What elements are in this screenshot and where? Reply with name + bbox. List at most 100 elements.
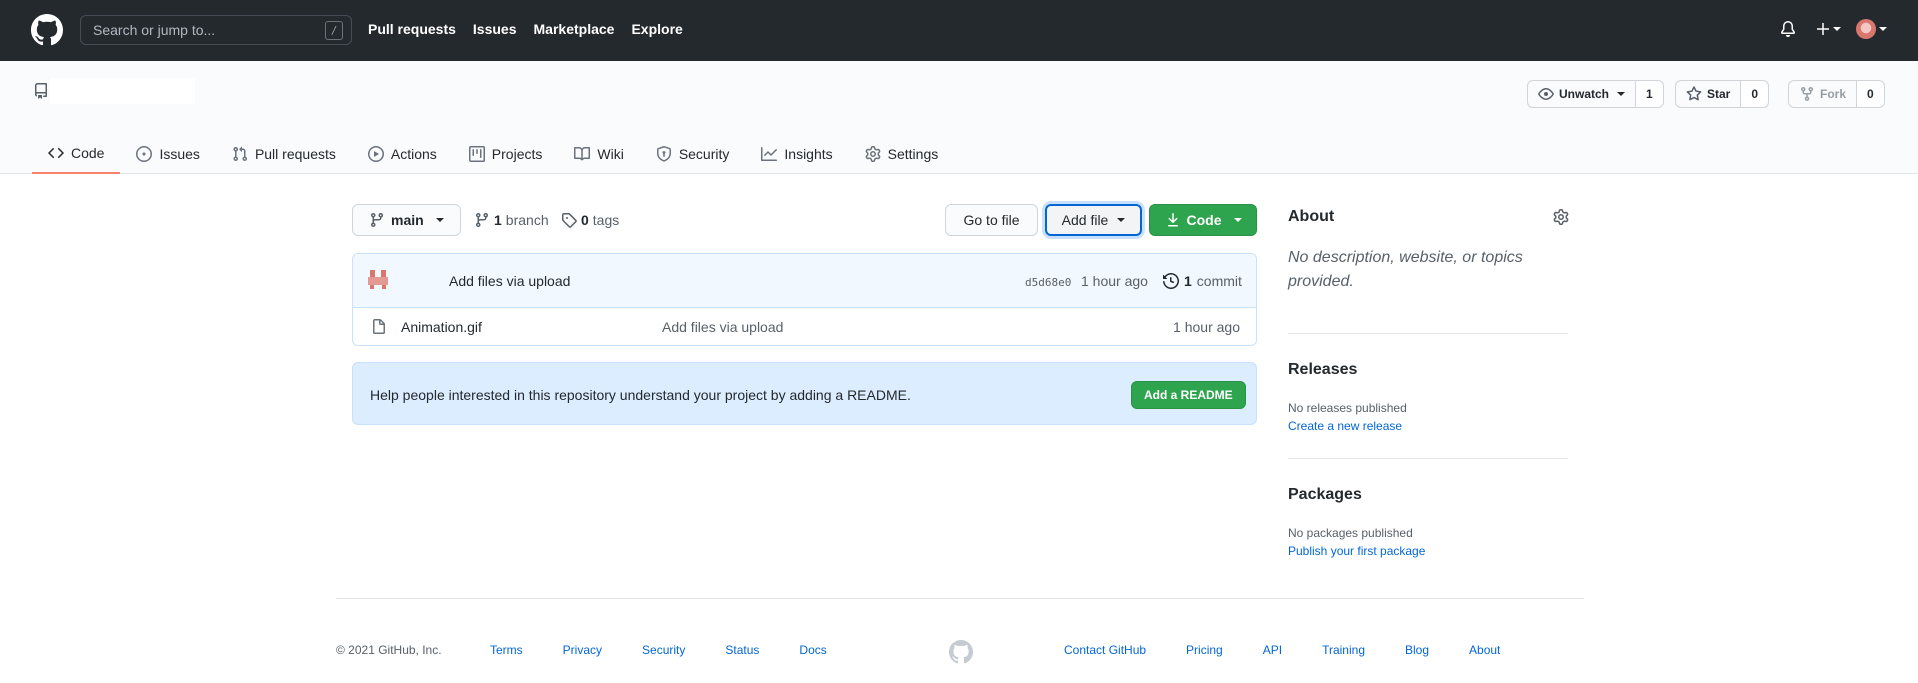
nav-issues[interactable]: Issues — [473, 21, 517, 37]
notifications-bell-icon[interactable] — [1780, 21, 1796, 37]
gear-icon[interactable] — [1553, 209, 1569, 225]
unwatch-button[interactable]: Unwatch — [1527, 80, 1637, 108]
footer-link-status[interactable]: Status — [725, 643, 759, 657]
tags-link[interactable]: 0 tags — [561, 212, 619, 228]
tab-wiki[interactable]: Wiki — [558, 133, 639, 174]
table-row[interactable]: Animation.gif Add files via upload 1 hou… — [353, 308, 1256, 345]
book-icon — [574, 146, 591, 160]
issue-icon — [136, 145, 153, 162]
tab-pull-requests[interactable]: Pull requests — [216, 133, 352, 174]
commit-history-link[interactable]: 1 commit — [1163, 273, 1242, 289]
forks-count[interactable]: 0 — [1857, 80, 1885, 108]
add-readme-button[interactable]: Add a README — [1131, 381, 1246, 409]
fork-group: Fork 0 — [1788, 80, 1885, 108]
file-name-link[interactable]: Animation.gif — [401, 319, 482, 335]
file-list: Add files via upload d5d68e0 1 hour ago … — [352, 253, 1257, 346]
add-file-label: Add file — [1061, 212, 1109, 228]
footer-link-security[interactable]: Security — [642, 643, 685, 657]
footer-links-left: Terms Privacy Security Status Docs — [490, 643, 827, 657]
footer-link-training[interactable]: Training — [1322, 643, 1365, 657]
tab-settings[interactable]: Settings — [849, 133, 955, 174]
avatar[interactable] — [367, 268, 389, 290]
tag-count-label: tags — [592, 212, 620, 228]
search-input[interactable] — [81, 16, 311, 44]
footer-link-blog[interactable]: Blog — [1405, 643, 1429, 657]
about-description: No description, website, or topics provi… — [1288, 249, 1523, 290]
github-logo-icon[interactable] — [31, 14, 63, 46]
stars-count[interactable]: 0 — [1741, 80, 1770, 108]
tab-code[interactable]: Code — [32, 133, 121, 174]
tab-label: Insights — [784, 145, 833, 162]
branches-link[interactable]: 1 branch — [474, 212, 549, 228]
releases-heading[interactable]: Releases — [1288, 361, 1357, 379]
tab-insights[interactable]: Insights — [745, 133, 848, 174]
nav-explore[interactable]: Explore — [631, 21, 682, 37]
tab-issues[interactable]: Issues — [120, 133, 215, 174]
tab-actions[interactable]: Actions — [352, 133, 453, 174]
nav-pull-requests[interactable]: Pull requests — [368, 21, 456, 37]
github-mark-icon[interactable] — [949, 640, 973, 664]
user-menu[interactable] — [1856, 19, 1887, 39]
footer-link-contact[interactable]: Contact GitHub — [1064, 643, 1146, 657]
chevron-down-icon — [1117, 218, 1126, 222]
star-group: Star 0 — [1675, 80, 1770, 108]
packages-heading[interactable]: Packages — [1288, 486, 1362, 504]
releases-empty-text: No releases published — [1288, 401, 1407, 415]
sidebar-divider — [1288, 458, 1568, 459]
watch-group: Unwatch 1 — [1527, 80, 1664, 108]
plus-icon — [1817, 23, 1829, 35]
history-icon — [1163, 273, 1179, 289]
footer-link-pricing[interactable]: Pricing — [1186, 643, 1223, 657]
chevron-down-icon — [1233, 218, 1242, 222]
footer-link-docs[interactable]: Docs — [799, 643, 826, 657]
add-file-button[interactable]: Add file — [1045, 204, 1142, 236]
tag-count: 0 — [581, 212, 589, 228]
star-label: Star — [1707, 87, 1731, 101]
star-button[interactable]: Star — [1675, 80, 1742, 108]
create-new-menu[interactable] — [1815, 21, 1841, 37]
download-icon — [1167, 213, 1178, 227]
tab-label: Code — [71, 144, 105, 161]
tab-label: Settings — [887, 145, 939, 162]
tab-security[interactable]: Security — [640, 133, 746, 174]
footer-link-about[interactable]: About — [1469, 643, 1500, 657]
go-to-file-button[interactable]: Go to file — [945, 204, 1038, 236]
fork-button[interactable]: Fork — [1788, 80, 1858, 108]
branch-select-button[interactable]: main — [352, 204, 461, 236]
nav-marketplace[interactable]: Marketplace — [534, 21, 615, 37]
publish-package-link[interactable]: Publish your first package — [1288, 544, 1425, 558]
go-to-file-label: Go to file — [963, 212, 1020, 228]
tag-icon — [562, 213, 577, 228]
footer-link-privacy[interactable]: Privacy — [563, 643, 602, 657]
global-nav: Pull requests Issues Marketplace Explore — [368, 21, 683, 37]
repo-icon — [35, 83, 47, 99]
commit-sha[interactable]: d5d68e0 — [1025, 276, 1071, 289]
chevron-down-icon — [1879, 27, 1887, 31]
commit-message[interactable]: Add files via upload — [449, 273, 570, 289]
fork-label: Fork — [1820, 87, 1847, 101]
graph-icon — [761, 146, 778, 161]
eye-icon — [1538, 88, 1554, 100]
sidebar-divider — [1288, 333, 1568, 334]
file-commit-message[interactable]: Add files via upload — [662, 319, 783, 335]
file-icon — [373, 319, 385, 334]
global-header: / Pull requests Issues Marketplace Explo… — [0, 0, 1918, 61]
branch-count-label: branch — [505, 212, 549, 228]
chevron-down-icon — [435, 218, 444, 222]
footer-link-api[interactable]: API — [1263, 643, 1282, 657]
code-download-button[interactable]: Code — [1149, 204, 1257, 236]
project-icon — [468, 145, 485, 162]
packages-empty-text: No packages published — [1288, 526, 1413, 540]
readme-prompt-text: Help people interested in this repositor… — [370, 387, 911, 403]
footer-link-terms[interactable]: Terms — [490, 643, 523, 657]
fork-icon — [1801, 87, 1813, 102]
create-release-link[interactable]: Create a new release — [1288, 419, 1402, 433]
play-icon — [367, 145, 384, 162]
latest-commit: Add files via upload d5d68e0 1 hour ago … — [353, 254, 1256, 308]
shield-icon — [656, 145, 671, 162]
file-commit-time: 1 hour ago — [1173, 319, 1240, 335]
watchers-count[interactable]: 1 — [1636, 80, 1664, 108]
repo-name[interactable] — [50, 78, 195, 104]
branch-icon — [475, 213, 488, 228]
tab-projects[interactable]: Projects — [453, 133, 559, 174]
